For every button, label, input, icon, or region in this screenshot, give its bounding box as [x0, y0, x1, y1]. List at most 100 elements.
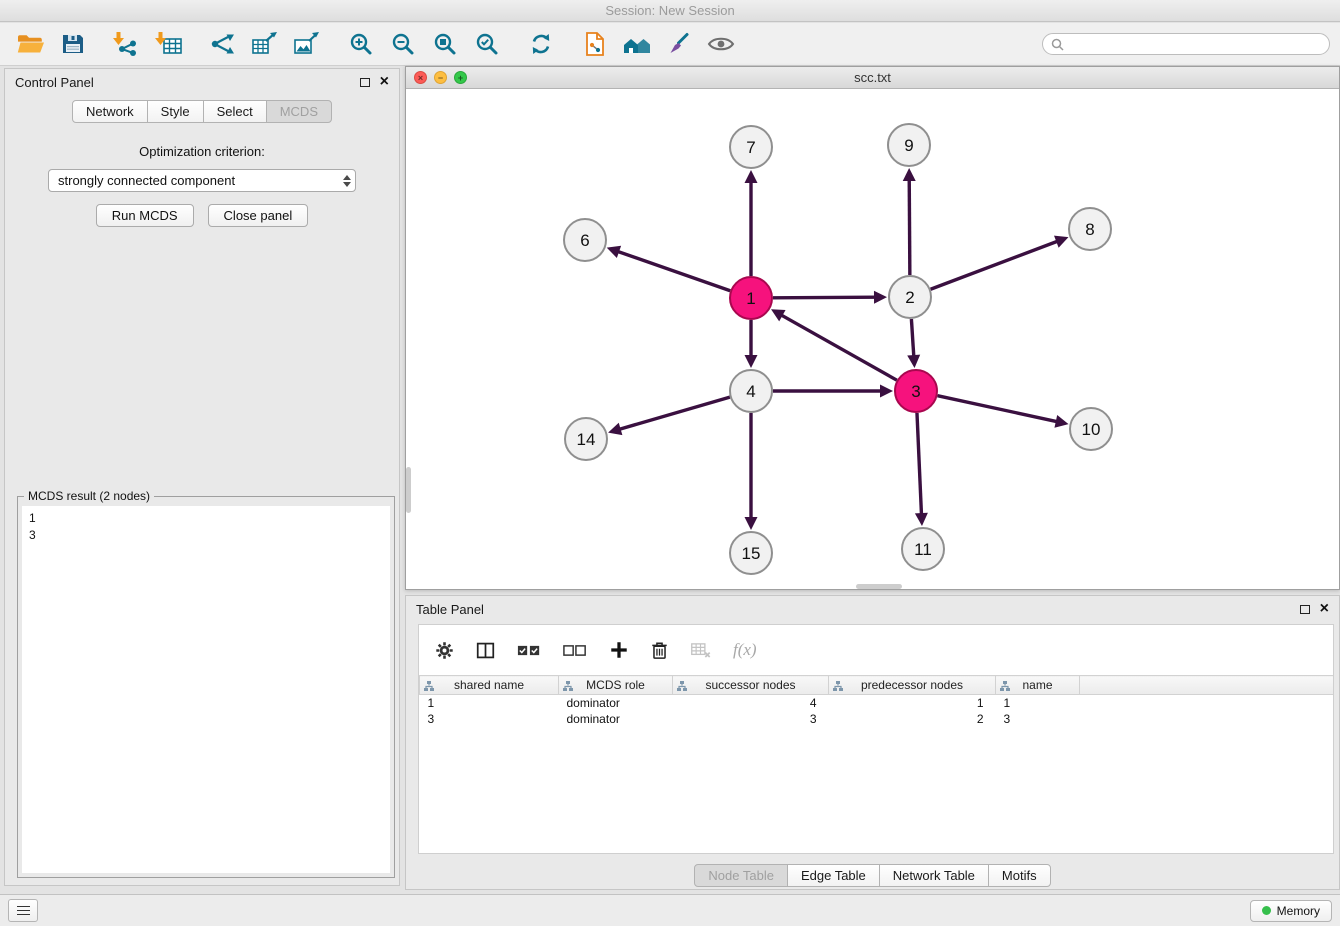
zoom-in-button[interactable]	[340, 25, 382, 63]
table-cell[interactable]: 4	[673, 695, 829, 712]
refresh-icon	[528, 31, 554, 57]
network-window-title: scc.txt	[406, 70, 1339, 85]
open-network-file-button[interactable]	[574, 25, 616, 63]
export-network-button[interactable]	[202, 25, 244, 63]
search-input[interactable]	[1069, 36, 1321, 52]
edge-1-2[interactable]	[773, 297, 876, 298]
table-cell[interactable]: dominator	[559, 711, 673, 727]
paintbrush-icon	[666, 31, 692, 57]
edge-2-8[interactable]	[931, 241, 1059, 289]
network-file-icon	[582, 31, 608, 57]
table-settings-button[interactable]	[435, 641, 454, 660]
window-titlebar[interactable]: Session: New Session	[0, 0, 1340, 22]
select-all-button[interactable]	[517, 642, 541, 659]
edge-arrowhead-1-6	[607, 246, 621, 258]
delete-table-button[interactable]	[690, 641, 711, 659]
show-graphics-details-button[interactable]	[700, 25, 742, 63]
show-columns-button[interactable]	[476, 641, 495, 660]
table-cell[interactable]: 3	[996, 711, 1080, 727]
delete-rows-button[interactable]	[651, 641, 668, 660]
tab-network-table[interactable]: Network Table	[879, 864, 989, 887]
mcds-result-group: MCDS result (2 nodes) 13	[17, 496, 395, 878]
memory-button[interactable]: Memory	[1250, 900, 1332, 922]
mcds-result-title: MCDS result (2 nodes)	[24, 489, 154, 503]
add-row-button[interactable]	[609, 640, 629, 660]
column-header-name[interactable]: name	[996, 676, 1080, 695]
edge-3-10[interactable]	[937, 396, 1057, 422]
close-panel-icon[interactable]: ×	[380, 74, 389, 90]
tab-edge-table[interactable]: Edge Table	[787, 864, 880, 887]
edge-3-1[interactable]	[781, 315, 897, 381]
table-cell[interactable]: 1	[829, 695, 996, 712]
table-cell[interactable]: 1	[420, 695, 559, 712]
canvas-vertical-scrollbar[interactable]	[406, 467, 411, 513]
tab-mcds[interactable]: MCDS	[266, 100, 332, 123]
mcds-result-item[interactable]: 3	[29, 527, 383, 544]
table-cell[interactable]: 2	[829, 711, 996, 727]
tab-select[interactable]: Select	[203, 100, 267, 123]
close-window-button[interactable]: ×	[414, 71, 427, 84]
zoom-window-button[interactable]: +	[454, 71, 467, 84]
tab-style[interactable]: Style	[147, 100, 204, 123]
home-icon	[621, 31, 653, 57]
import-table-button[interactable]	[148, 25, 190, 63]
show-panels-button[interactable]	[8, 899, 38, 922]
import-network-button[interactable]	[106, 25, 148, 63]
deselect-all-button[interactable]	[563, 642, 587, 659]
open-session-button[interactable]	[10, 25, 52, 63]
table-cell[interactable]: 1	[996, 695, 1080, 712]
minimize-window-button[interactable]: −	[434, 71, 447, 84]
select-arrows-icon	[343, 175, 351, 187]
graph-node-label-1: 1	[746, 289, 755, 308]
tab-node-table[interactable]: Node Table	[694, 864, 788, 887]
fx-icon: f(x)	[733, 640, 757, 660]
zoom-selected-button[interactable]	[466, 25, 508, 63]
optimization-criterion-select[interactable]: strongly connected component	[48, 169, 356, 192]
run-mcds-button[interactable]: Run MCDS	[96, 204, 194, 227]
memory-status-dot	[1262, 906, 1271, 915]
edge-2-9[interactable]	[909, 179, 910, 275]
refresh-view-button[interactable]	[520, 25, 562, 63]
zoom-fit-button[interactable]	[424, 25, 466, 63]
close-table-panel-icon[interactable]: ×	[1320, 601, 1329, 617]
optimization-criterion-value: strongly connected component	[58, 173, 235, 188]
export-image-icon	[293, 31, 321, 57]
edge-3-11[interactable]	[917, 413, 922, 515]
edge-4-14[interactable]	[619, 397, 730, 429]
table-cell[interactable]: 3	[420, 711, 559, 727]
edge-1-6[interactable]	[617, 251, 730, 291]
zoom-out-button[interactable]	[382, 25, 424, 63]
canvas-horizontal-scrollbar[interactable]	[856, 584, 902, 589]
save-session-button[interactable]	[52, 25, 94, 63]
network-canvas[interactable]: 7968124314101511	[406, 89, 1339, 589]
export-table-button[interactable]	[244, 25, 286, 63]
table-cell[interactable]: dominator	[559, 695, 673, 712]
window-title: Session: New Session	[605, 3, 734, 18]
tab-network[interactable]: Network	[72, 100, 148, 123]
network-window-titlebar[interactable]: × − + scc.txt	[406, 67, 1339, 89]
mcds-result-item[interactable]: 1	[29, 510, 383, 527]
close-panel-button[interactable]: Close panel	[208, 204, 309, 227]
float-table-panel-icon[interactable]	[1300, 605, 1310, 614]
home-button[interactable]	[616, 25, 658, 63]
export-image-button[interactable]	[286, 25, 328, 63]
column-header-predecessor-nodes[interactable]: predecessor nodes	[829, 676, 996, 695]
mcds-result-list[interactable]: 13	[22, 506, 390, 873]
function-builder-button[interactable]: f(x)	[733, 640, 757, 660]
table-row[interactable]: 3dominator323	[420, 711, 1334, 727]
export-network-icon	[209, 31, 237, 57]
tab-motifs[interactable]: Motifs	[988, 864, 1051, 887]
table-cell[interactable]: 3	[673, 711, 829, 727]
float-panel-icon[interactable]	[360, 78, 370, 87]
table-row[interactable]: 1dominator411	[420, 695, 1334, 712]
main-toolbar	[0, 23, 1340, 66]
network-graph[interactable]: 7968124314101511	[406, 89, 1339, 589]
apply-style-button[interactable]	[658, 25, 700, 63]
control-panel-header: Control Panel ×	[5, 69, 399, 95]
column-header-mcds-role[interactable]: MCDS role	[559, 676, 673, 695]
column-header-shared-name[interactable]: shared name	[420, 676, 559, 695]
search-box[interactable]	[1042, 33, 1330, 55]
edge-2-3[interactable]	[911, 319, 913, 357]
node-table-area: f(x) shared nameMCDS rolesuccessor nodes…	[418, 624, 1334, 854]
column-header-successor-nodes[interactable]: successor nodes	[673, 676, 829, 695]
